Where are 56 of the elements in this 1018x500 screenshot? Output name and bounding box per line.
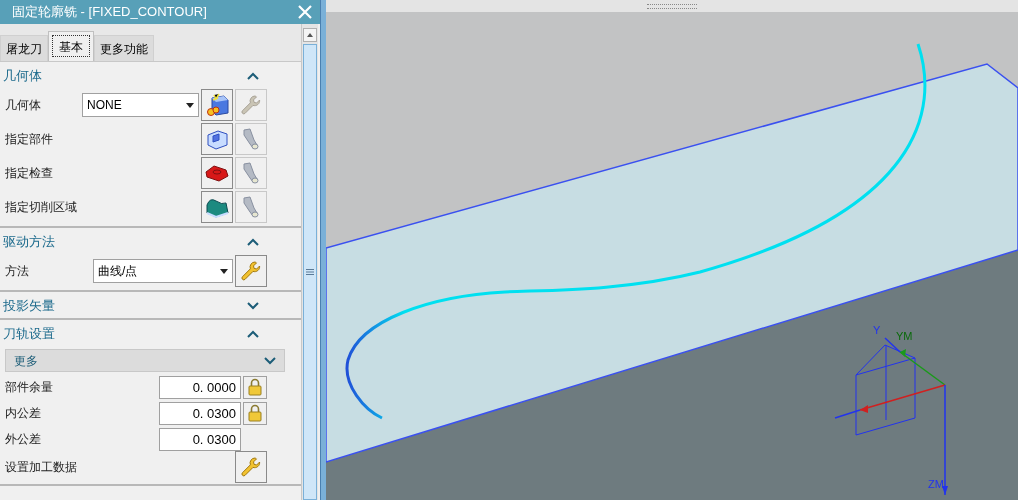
scroll-up-icon[interactable] — [303, 28, 317, 42]
collapse-chevron-icon[interactable] — [247, 330, 259, 338]
field-label: 指定部件 — [5, 131, 53, 148]
grip-icon — [306, 268, 314, 276]
padlock-icon — [248, 378, 262, 396]
dropdown-arrow-icon — [220, 268, 228, 274]
field-label: 指定切削区域 — [5, 199, 77, 216]
select-button[interactable] — [201, 157, 233, 189]
scroll-thumb[interactable] — [303, 44, 317, 500]
tab[interactable]: 基本 — [48, 31, 94, 61]
dropdown-arrow-icon — [186, 102, 194, 108]
check-solid-icon — [204, 163, 230, 183]
select-button[interactable] — [201, 123, 233, 155]
field-label: 指定检查 — [5, 165, 53, 182]
close-icon[interactable] — [298, 5, 312, 19]
section-title[interactable]: 刀轨设置 — [3, 324, 55, 344]
dropdown-select[interactable]: NONE — [82, 93, 199, 117]
lock-button[interactable] — [243, 375, 267, 399]
dropdown-select[interactable]: 曲线/点 — [93, 259, 233, 283]
tool-button[interactable] — [201, 89, 233, 121]
flashlight-icon — [241, 127, 261, 151]
field-label: 方法 — [5, 263, 29, 280]
expand-chevron-icon[interactable] — [264, 356, 276, 365]
section-title[interactable]: 投影矢量 — [3, 296, 55, 316]
block-part-icon — [204, 127, 230, 151]
tab[interactable]: 更多功能 — [94, 35, 154, 61]
flashlight-icon — [241, 195, 261, 219]
tool-button[interactable] — [235, 255, 267, 287]
padlock-icon — [248, 404, 262, 422]
select-button[interactable] — [201, 191, 233, 223]
number-field[interactable]: 0. 0300 — [159, 401, 241, 425]
wrench-icon — [239, 455, 263, 479]
more-dropdown[interactable]: 更多 — [5, 349, 285, 372]
section-title[interactable]: 驱动方法 — [3, 232, 55, 252]
field-label: 内公差 — [5, 405, 41, 422]
tab[interactable]: 屠龙刀 — [0, 35, 48, 61]
scrollbar[interactable] — [301, 24, 318, 500]
wrench-icon — [239, 93, 263, 117]
number-field[interactable]: 0. 0300 — [159, 427, 241, 451]
flashlight-icon — [241, 161, 261, 185]
settings-button[interactable] — [235, 451, 267, 483]
field-label: 几何体 — [5, 97, 41, 114]
number-field[interactable]: 0. 0000 — [159, 375, 241, 399]
wrench-icon — [239, 259, 263, 283]
window-title: 固定轮廓铣 - [FIXED_CONTOUR] — [12, 3, 207, 22]
field-label: 外公差 — [5, 431, 41, 448]
field-label: 部件余量 — [5, 379, 53, 396]
field-label: 设置加工数据 — [5, 459, 77, 476]
collapse-chevron-icon[interactable] — [247, 72, 259, 80]
lock-button[interactable] — [243, 401, 267, 425]
cube-with-sparks-icon — [204, 92, 230, 118]
section-title[interactable]: 几何体 — [3, 66, 42, 86]
collapse-chevron-icon[interactable] — [247, 238, 259, 246]
expand-chevron-icon[interactable] — [247, 302, 259, 310]
drag-handle[interactable] — [647, 3, 697, 9]
coordinate-axes-drawing: Y YM ZM — [834, 324, 948, 496]
